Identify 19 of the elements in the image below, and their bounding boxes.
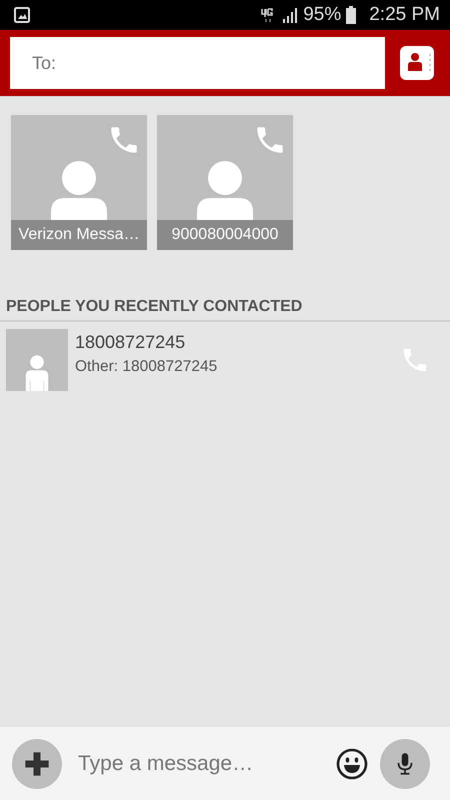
section-heading: PEOPLE YOU RECENTLY CONTACTED — [0, 298, 450, 322]
contacts-button[interactable] — [400, 46, 434, 80]
contact-detail: Other: 18008727245 — [75, 358, 218, 376]
contact-name: Verizon Messa… — [11, 220, 147, 250]
clock: 2:25 PM — [369, 4, 440, 26]
contact-tile[interactable]: 900080004000 — [157, 115, 293, 250]
contact-name: 900080004000 — [157, 220, 293, 250]
microphone-button[interactable] — [380, 738, 430, 788]
attach-button[interactable] — [12, 738, 62, 788]
emoji-icon[interactable] — [336, 748, 368, 780]
recipient-field[interactable]: To: — [10, 37, 385, 89]
signal-icon — [282, 7, 298, 23]
message-field[interactable]: Type a message… — [76, 750, 336, 776]
plus-icon — [23, 750, 51, 778]
image-icon — [14, 7, 30, 23]
battery-icon — [346, 6, 356, 24]
battery-percentage: 95% — [303, 4, 342, 26]
contact-tile[interactable]: Verizon Messa… — [11, 115, 147, 250]
contact-number: 18008727245 — [75, 332, 186, 353]
